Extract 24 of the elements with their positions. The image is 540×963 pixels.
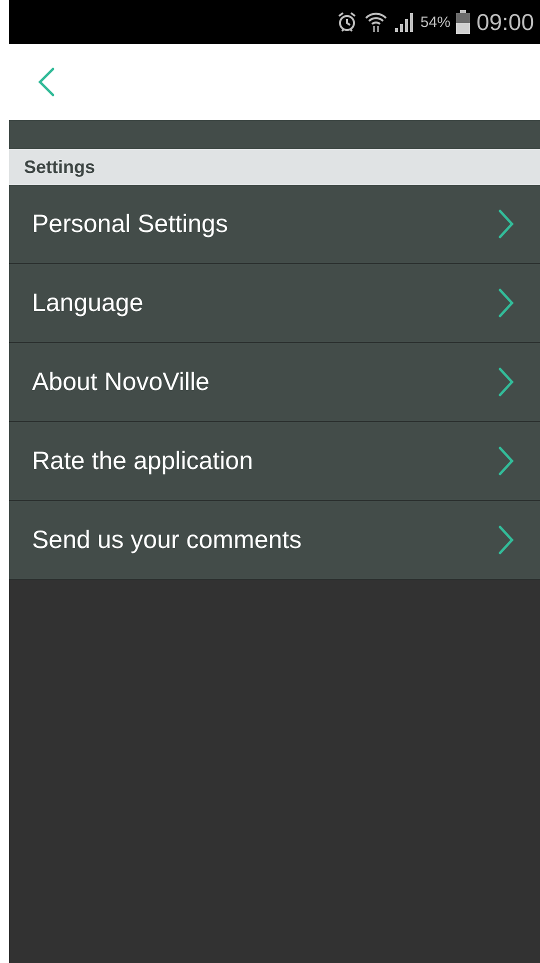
chevron-right-icon — [498, 367, 514, 397]
back-button[interactable] — [37, 67, 55, 97]
alarm-icon — [336, 11, 358, 33]
item-label: Personal Settings — [32, 210, 228, 238]
chevron-right-icon — [498, 209, 514, 239]
section-title: Settings — [24, 156, 96, 178]
settings-item[interactable]: Send us your comments — [9, 501, 540, 580]
signal-icon — [394, 12, 414, 32]
settings-item[interactable]: About NovoVille — [9, 343, 540, 422]
settings-item[interactable]: Rate the application — [9, 422, 540, 501]
back-chevron-icon — [37, 67, 55, 97]
chevron-right-icon — [498, 288, 514, 318]
item-label: Send us your comments — [32, 526, 302, 554]
chevron-right-icon — [498, 525, 514, 555]
battery-percentage: 54% — [420, 14, 450, 30]
clock-time: 09:00 — [476, 8, 534, 36]
battery-icon — [456, 10, 470, 34]
item-label: Language — [32, 288, 144, 318]
item-label: About NovoVille — [32, 368, 210, 396]
chevron-right-icon — [498, 446, 514, 476]
item-label: Rate the application — [32, 446, 253, 476]
wifi-icon — [364, 11, 388, 33]
settings-item[interactable]: Personal Settings — [9, 185, 540, 264]
settings-item[interactable]: Language — [9, 264, 540, 343]
